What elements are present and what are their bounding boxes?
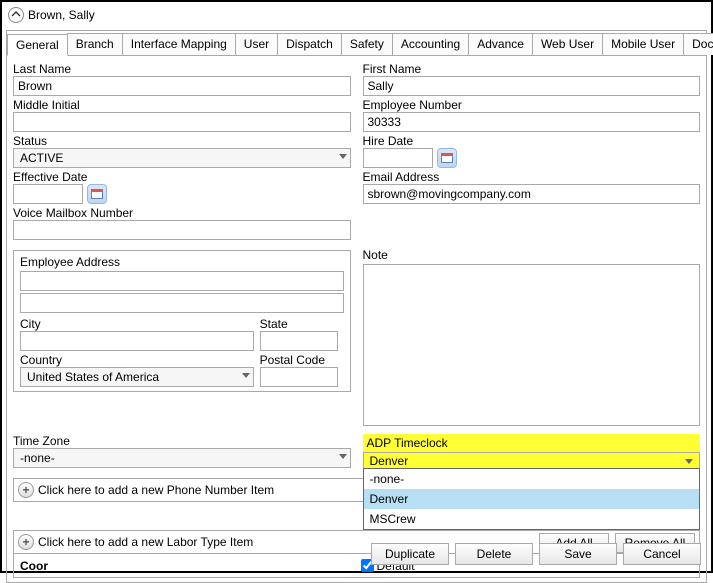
employee-address-label: Employee Address <box>20 255 120 269</box>
timezone-select[interactable] <box>13 448 351 468</box>
adp-option-denver[interactable]: Denver <box>364 489 700 509</box>
add-labor-label: Click here to add a new Labor Type Item <box>38 535 253 549</box>
chevron-down-icon <box>685 459 693 464</box>
calendar-icon <box>91 189 103 199</box>
postal-code-label: Postal Code <box>260 353 338 367</box>
tab-mobile-user[interactable]: Mobile User <box>602 33 684 55</box>
calendar-icon <box>441 153 453 163</box>
email-input[interactable] <box>363 184 701 204</box>
footer-buttons: Duplicate Delete Save Cancel <box>365 543 701 565</box>
adp-option-none[interactable]: -none- <box>364 469 700 489</box>
tab-web-user[interactable]: Web User <box>532 33 603 55</box>
address-line2-input[interactable] <box>20 293 344 313</box>
tab-advance[interactable]: Advance <box>468 33 533 55</box>
cancel-button[interactable]: Cancel <box>623 543 701 565</box>
tab-documents[interactable]: Documents <box>683 33 713 55</box>
city-label: City <box>20 317 254 331</box>
adp-timeclock-value: Denver <box>370 454 409 468</box>
tab-accounting[interactable]: Accounting <box>392 33 469 55</box>
window-title: Brown, Sally <box>28 8 95 22</box>
adp-timeclock-dropdown[interactable]: -none- Denver MSCrew <box>363 468 701 530</box>
adp-timeclock-label: ADP Timeclock <box>363 434 701 452</box>
add-phone-button[interactable]: + <box>18 482 34 498</box>
adp-option-mscrew[interactable]: MSCrew <box>364 509 700 529</box>
hire-date-input[interactable] <box>363 148 433 168</box>
delete-button[interactable]: Delete <box>455 543 533 565</box>
plus-icon: + <box>22 484 29 496</box>
address-line1-input[interactable] <box>20 271 344 291</box>
last-name-label: Last Name <box>13 62 351 76</box>
coor-column-header: Coor <box>18 559 357 573</box>
plus-icon: + <box>22 536 29 548</box>
first-name-input[interactable] <box>363 76 701 96</box>
tab-dispatch[interactable]: Dispatch <box>277 33 342 55</box>
voice-mailbox-label: Voice Mailbox Number <box>13 206 351 220</box>
effective-date-picker-button[interactable] <box>87 184 107 204</box>
status-select[interactable] <box>13 148 351 168</box>
hire-date-label: Hire Date <box>363 134 701 148</box>
middle-initial-label: Middle Initial <box>13 98 351 112</box>
tab-user[interactable]: User <box>235 33 278 55</box>
email-label: Email Address <box>363 170 701 184</box>
save-button[interactable]: Save <box>539 543 617 565</box>
add-labor-button[interactable]: + <box>18 534 34 550</box>
timezone-label: Time Zone <box>13 434 351 448</box>
status-label: Status <box>13 134 351 148</box>
employee-number-label: Employee Number <box>363 98 701 112</box>
hire-date-picker-button[interactable] <box>437 148 457 168</box>
collapse-toggle[interactable] <box>8 7 24 23</box>
employee-number-input[interactable] <box>363 112 701 132</box>
tab-branch[interactable]: Branch <box>67 33 123 55</box>
state-input[interactable] <box>260 331 338 351</box>
duplicate-button[interactable]: Duplicate <box>371 543 449 565</box>
city-input[interactable] <box>20 331 254 351</box>
tab-safety[interactable]: Safety <box>341 33 393 55</box>
first-name-label: First Name <box>363 62 701 76</box>
state-label: State <box>260 317 338 331</box>
note-textarea[interactable] <box>363 264 701 426</box>
middle-initial-input[interactable] <box>13 112 351 132</box>
postal-code-input[interactable] <box>260 367 338 387</box>
tab-interface-mapping[interactable]: Interface Mapping <box>122 33 236 55</box>
add-phone-label: Click here to add a new Phone Number Ite… <box>38 483 274 497</box>
country-label: Country <box>20 353 254 367</box>
voice-mailbox-input[interactable] <box>13 220 351 240</box>
note-label: Note <box>363 248 701 262</box>
country-select[interactable] <box>20 367 254 387</box>
employee-address-group: Employee Address City State <box>13 250 351 392</box>
last-name-input[interactable] <box>13 76 351 96</box>
tab-strip: General Branch Interface Mapping User Di… <box>7 31 706 56</box>
effective-date-label: Effective Date <box>13 170 351 184</box>
effective-date-input[interactable] <box>13 184 83 204</box>
tab-general[interactable]: General <box>7 34 68 56</box>
